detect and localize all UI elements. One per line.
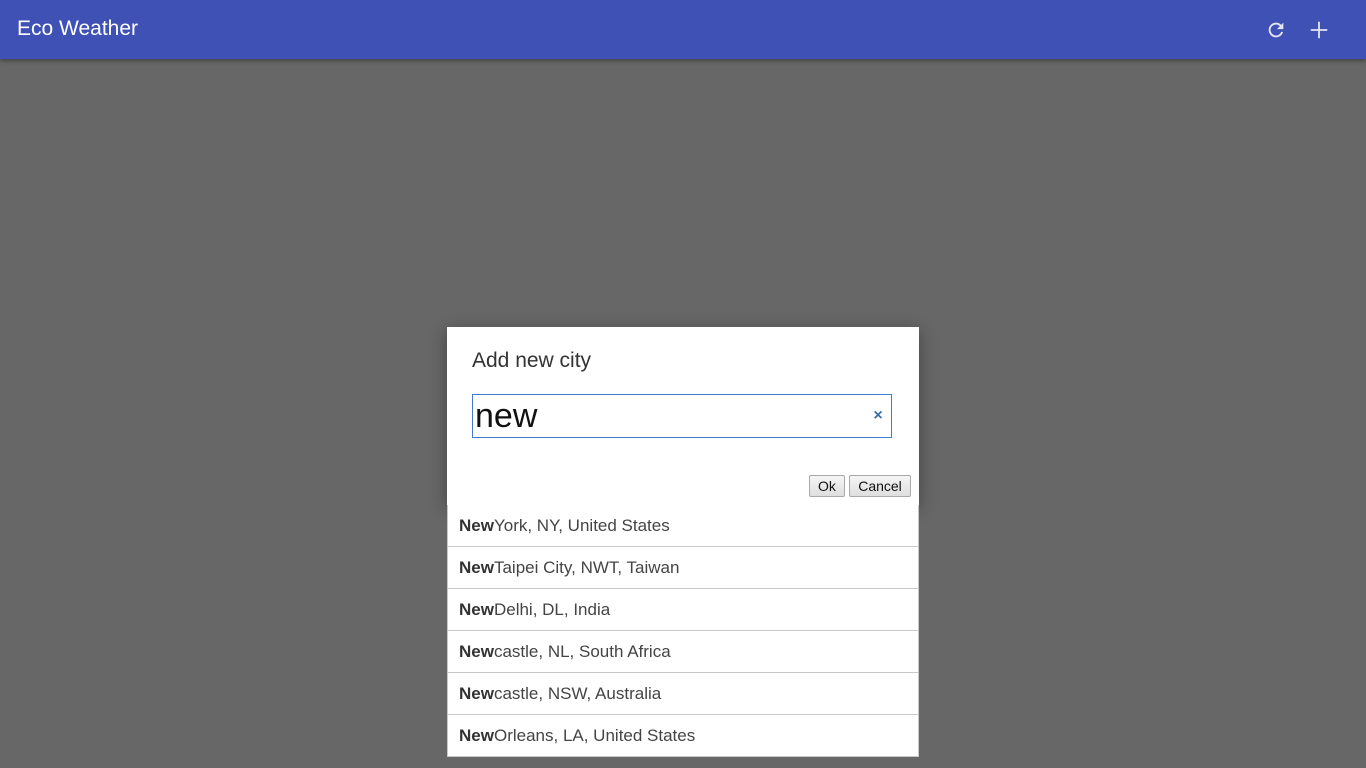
suggestion-match: New bbox=[459, 725, 494, 745]
ok-button[interactable]: Ok bbox=[809, 475, 845, 497]
app-title: Eco Weather bbox=[17, 17, 139, 40]
suggestion-item[interactable]: New Delhi, DL, India bbox=[448, 589, 918, 631]
app-header: Eco Weather bbox=[0, 0, 1366, 59]
suggestion-item[interactable]: New castle, NL, South Africa bbox=[448, 631, 918, 673]
suggestion-match: New bbox=[459, 515, 494, 535]
refresh-button[interactable] bbox=[1260, 14, 1292, 46]
suggestion-rest: Taipei City, NWT, Taiwan bbox=[493, 557, 680, 577]
suggestion-rest: Delhi, DL, India bbox=[493, 599, 611, 619]
suggestion-match: New bbox=[459, 683, 494, 703]
add-city-button[interactable] bbox=[1303, 14, 1335, 46]
suggestion-match: New bbox=[459, 641, 494, 661]
suggestion-match: New bbox=[459, 557, 494, 577]
suggestion-item[interactable]: New Taipei City, NWT, Taiwan bbox=[448, 547, 918, 589]
suggestion-rest: castle, NL, South Africa bbox=[493, 641, 671, 661]
city-suggestion-list: New York, NY, United States New Taipei C… bbox=[447, 505, 919, 757]
clear-input-button[interactable]: × bbox=[869, 407, 887, 425]
city-search-input[interactable] bbox=[475, 396, 865, 436]
refresh-icon bbox=[1268, 22, 1284, 38]
city-input-wrapper: × bbox=[472, 394, 892, 438]
cancel-button[interactable]: Cancel bbox=[849, 475, 911, 497]
suggestion-rest: York, NY, United States bbox=[493, 515, 670, 535]
suggestion-match: New bbox=[459, 599, 494, 619]
add-city-dialog: Add new city × Ok Cancel bbox=[447, 327, 919, 505]
suggestion-item[interactable]: New York, NY, United States bbox=[448, 505, 918, 547]
suggestion-rest: castle, NSW, Australia bbox=[493, 683, 662, 703]
suggestion-item[interactable]: New Orleans, LA, United States bbox=[448, 715, 918, 757]
plus-icon bbox=[1310, 21, 1328, 39]
dialog-title: Add new city bbox=[472, 349, 592, 372]
suggestion-item[interactable]: New castle, NSW, Australia bbox=[448, 673, 918, 715]
suggestion-rest: Orleans, LA, United States bbox=[493, 725, 696, 745]
close-icon: × bbox=[873, 407, 883, 424]
